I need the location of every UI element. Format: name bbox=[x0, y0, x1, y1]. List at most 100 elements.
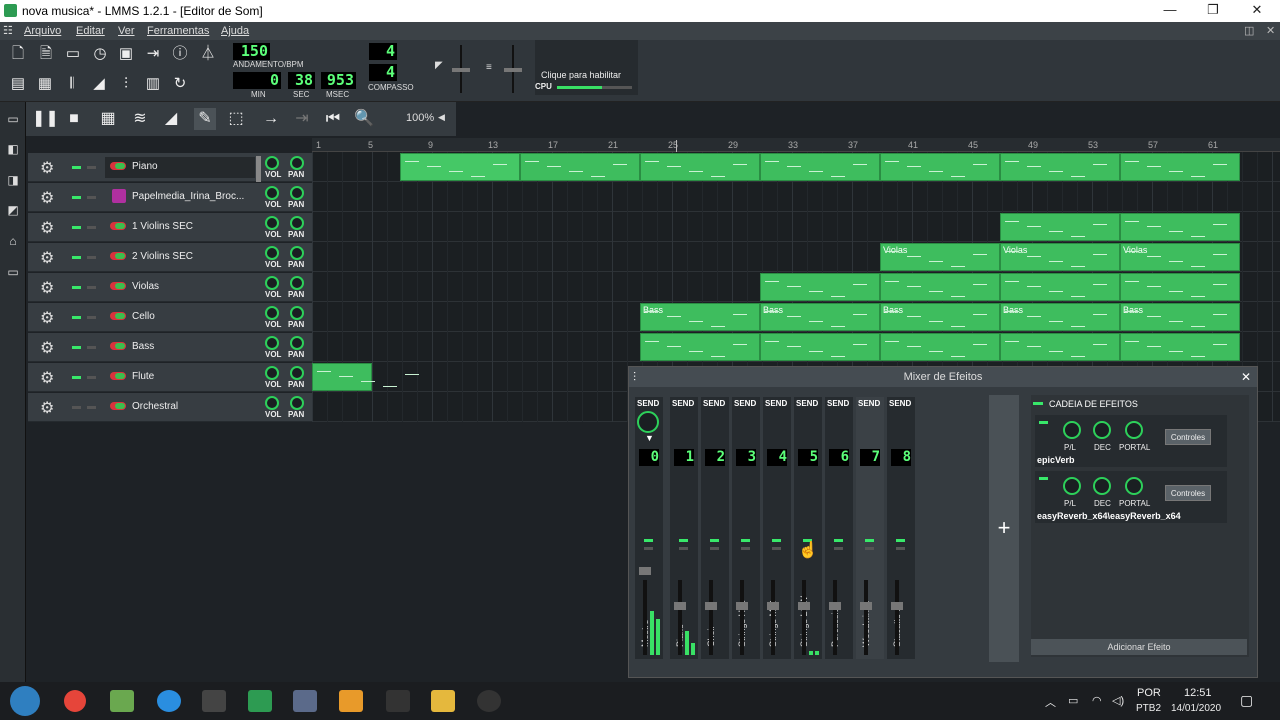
pattern-clip[interactable] bbox=[1120, 333, 1240, 361]
add-sample-track-icon[interactable]: ≋ bbox=[129, 108, 151, 130]
track-mute-led[interactable] bbox=[72, 376, 81, 379]
track-volume-knob[interactable] bbox=[265, 396, 279, 410]
close-subwindow-icon[interactable]: ✕ bbox=[1266, 24, 1275, 37]
channel-send-label[interactable]: SEND bbox=[796, 399, 818, 408]
edit-mode-icon[interactable]: ⬚ bbox=[225, 108, 247, 130]
track-mute-led[interactable] bbox=[72, 406, 81, 409]
channel-solo-led[interactable] bbox=[644, 547, 653, 550]
zoom-icon[interactable]: 🔍 bbox=[353, 108, 375, 130]
track-mute-led[interactable] bbox=[72, 346, 81, 349]
effect-controls-button[interactable]: Controles bbox=[1165, 485, 1211, 501]
audio-app-taskbar-icon[interactable] bbox=[386, 690, 410, 712]
pattern-clip[interactable] bbox=[640, 153, 760, 181]
stop-icon[interactable]: ■ bbox=[63, 108, 85, 130]
effect-controls-button[interactable]: Controles bbox=[1165, 429, 1211, 445]
mixer-channel[interactable]: SEND2Choir bbox=[701, 397, 729, 659]
channel-mute-led[interactable] bbox=[772, 539, 781, 542]
automation-editor-icon[interactable]: ◢ bbox=[88, 73, 110, 95]
close-button[interactable]: ✕ bbox=[1242, 2, 1272, 20]
pattern-clip[interactable] bbox=[1000, 213, 1120, 241]
channel-solo-led[interactable] bbox=[896, 547, 905, 550]
menu-ajuda[interactable]: Ajuda bbox=[221, 25, 249, 37]
pattern-clip[interactable] bbox=[520, 153, 640, 181]
pattern-clip[interactable] bbox=[880, 153, 1000, 181]
track-volume-knob[interactable] bbox=[265, 186, 279, 200]
channel-solo-led[interactable] bbox=[679, 547, 688, 550]
track-pan-knob[interactable] bbox=[290, 246, 304, 260]
track-name-button[interactable]: Bass bbox=[105, 337, 255, 358]
pattern-clip[interactable] bbox=[400, 153, 520, 181]
track-pan-knob[interactable] bbox=[290, 276, 304, 290]
channel-fader[interactable] bbox=[705, 602, 717, 610]
master-volume-handle[interactable] bbox=[452, 68, 470, 72]
track-volume-knob[interactable] bbox=[265, 216, 279, 230]
track-settings-gear-icon[interactable]: ⚙ bbox=[40, 218, 54, 238]
pattern-clip[interactable] bbox=[760, 153, 880, 181]
channel-send-label[interactable]: SEND bbox=[734, 399, 756, 408]
stop-behaviour-icon[interactable]: ⏮ bbox=[322, 108, 344, 130]
track-settings-gear-icon[interactable]: ⚙ bbox=[40, 248, 54, 268]
channel-send-label[interactable]: SEND bbox=[889, 399, 911, 408]
track-pan-knob[interactable] bbox=[290, 186, 304, 200]
track-volume-knob[interactable] bbox=[265, 366, 279, 380]
lmms-taskbar-icon[interactable] bbox=[248, 690, 272, 712]
track-mute-led[interactable] bbox=[72, 256, 81, 259]
track-name-button[interactable]: Papelmedia_Irina_Broc... bbox=[105, 187, 255, 208]
track-pan-knob[interactable] bbox=[290, 156, 304, 170]
channel-send-label[interactable]: SEND bbox=[672, 399, 694, 408]
mixer-icon[interactable]: ⫶ bbox=[115, 73, 137, 95]
track-solo-led[interactable] bbox=[87, 256, 96, 259]
beat-editor-icon[interactable]: ▦ bbox=[34, 73, 56, 95]
effect-dry-wet-knob[interactable] bbox=[1063, 477, 1081, 495]
effect-slot[interactable]: P/L DEC PORTAL Controles epicVerb bbox=[1035, 415, 1227, 467]
pattern-clip[interactable] bbox=[640, 333, 760, 361]
pattern-clip[interactable]: Bass bbox=[640, 303, 760, 331]
pause-icon[interactable]: ❚❚ bbox=[32, 108, 59, 130]
channel-mute-led[interactable] bbox=[679, 539, 688, 542]
pattern-clip[interactable]: Bass bbox=[880, 303, 1000, 331]
pattern-clip[interactable] bbox=[1000, 333, 1120, 361]
track-pan-knob[interactable] bbox=[290, 336, 304, 350]
track-settings-gear-icon[interactable]: ⚙ bbox=[40, 278, 54, 298]
channel-fader[interactable] bbox=[891, 602, 903, 610]
start-button-icon[interactable] bbox=[10, 686, 40, 716]
battery-icon[interactable]: ▭ bbox=[1068, 694, 1078, 707]
new-project-icon[interactable]: 🗋 bbox=[7, 43, 29, 65]
track-mute-led[interactable] bbox=[72, 286, 81, 289]
channel-solo-led[interactable] bbox=[710, 547, 719, 550]
menu-arquivo[interactable]: Arquivo bbox=[24, 25, 61, 37]
track-settings-gear-icon[interactable]: ⚙ bbox=[40, 158, 54, 178]
browser-taskbar-icon[interactable] bbox=[157, 690, 181, 712]
pattern-clip[interactable] bbox=[760, 333, 880, 361]
keyboard-layout[interactable]: PTB2 bbox=[1136, 703, 1161, 714]
track-volume-knob[interactable] bbox=[265, 336, 279, 350]
menu-editar[interactable]: Editar bbox=[76, 25, 105, 37]
track-pan-knob[interactable] bbox=[290, 306, 304, 320]
time-sig-denominator[interactable]: 4 bbox=[369, 64, 397, 81]
track-solo-led[interactable] bbox=[87, 166, 96, 169]
pattern-clip[interactable] bbox=[880, 333, 1000, 361]
channel-fader[interactable] bbox=[829, 602, 841, 610]
channel-fader[interactable] bbox=[767, 602, 779, 610]
track-volume-knob[interactable] bbox=[265, 276, 279, 290]
effect-decay-knob[interactable] bbox=[1093, 477, 1111, 495]
tool-taskbar-icon[interactable] bbox=[202, 690, 226, 712]
notifications-icon[interactable]: ▢ bbox=[1240, 692, 1253, 709]
effect-dry-wet-knob[interactable] bbox=[1063, 421, 1081, 439]
track-solo-led[interactable] bbox=[87, 226, 96, 229]
pattern-clip[interactable]: Bass bbox=[1120, 303, 1240, 331]
track-volume-knob[interactable] bbox=[265, 156, 279, 170]
track-volume-knob[interactable] bbox=[265, 246, 279, 260]
menu-ver[interactable]: Ver bbox=[118, 25, 135, 37]
grid-menu-icon[interactable]: ☷ bbox=[3, 24, 13, 37]
mixer-channel[interactable]: SEND1Piano bbox=[670, 397, 698, 659]
track-mute-led[interactable] bbox=[72, 166, 81, 169]
my-samples-icon[interactable]: ◨ bbox=[5, 173, 21, 189]
open-project-icon[interactable]: ▭ bbox=[62, 43, 84, 65]
channel-mute-led[interactable] bbox=[741, 539, 750, 542]
track-settings-gear-icon[interactable]: ⚙ bbox=[40, 308, 54, 328]
channel-fader[interactable] bbox=[639, 567, 651, 575]
add-automation-track-icon[interactable]: ◢ bbox=[160, 108, 182, 130]
my-presets-icon[interactable]: ◩ bbox=[5, 203, 21, 219]
chrome-taskbar-icon[interactable] bbox=[64, 690, 86, 712]
